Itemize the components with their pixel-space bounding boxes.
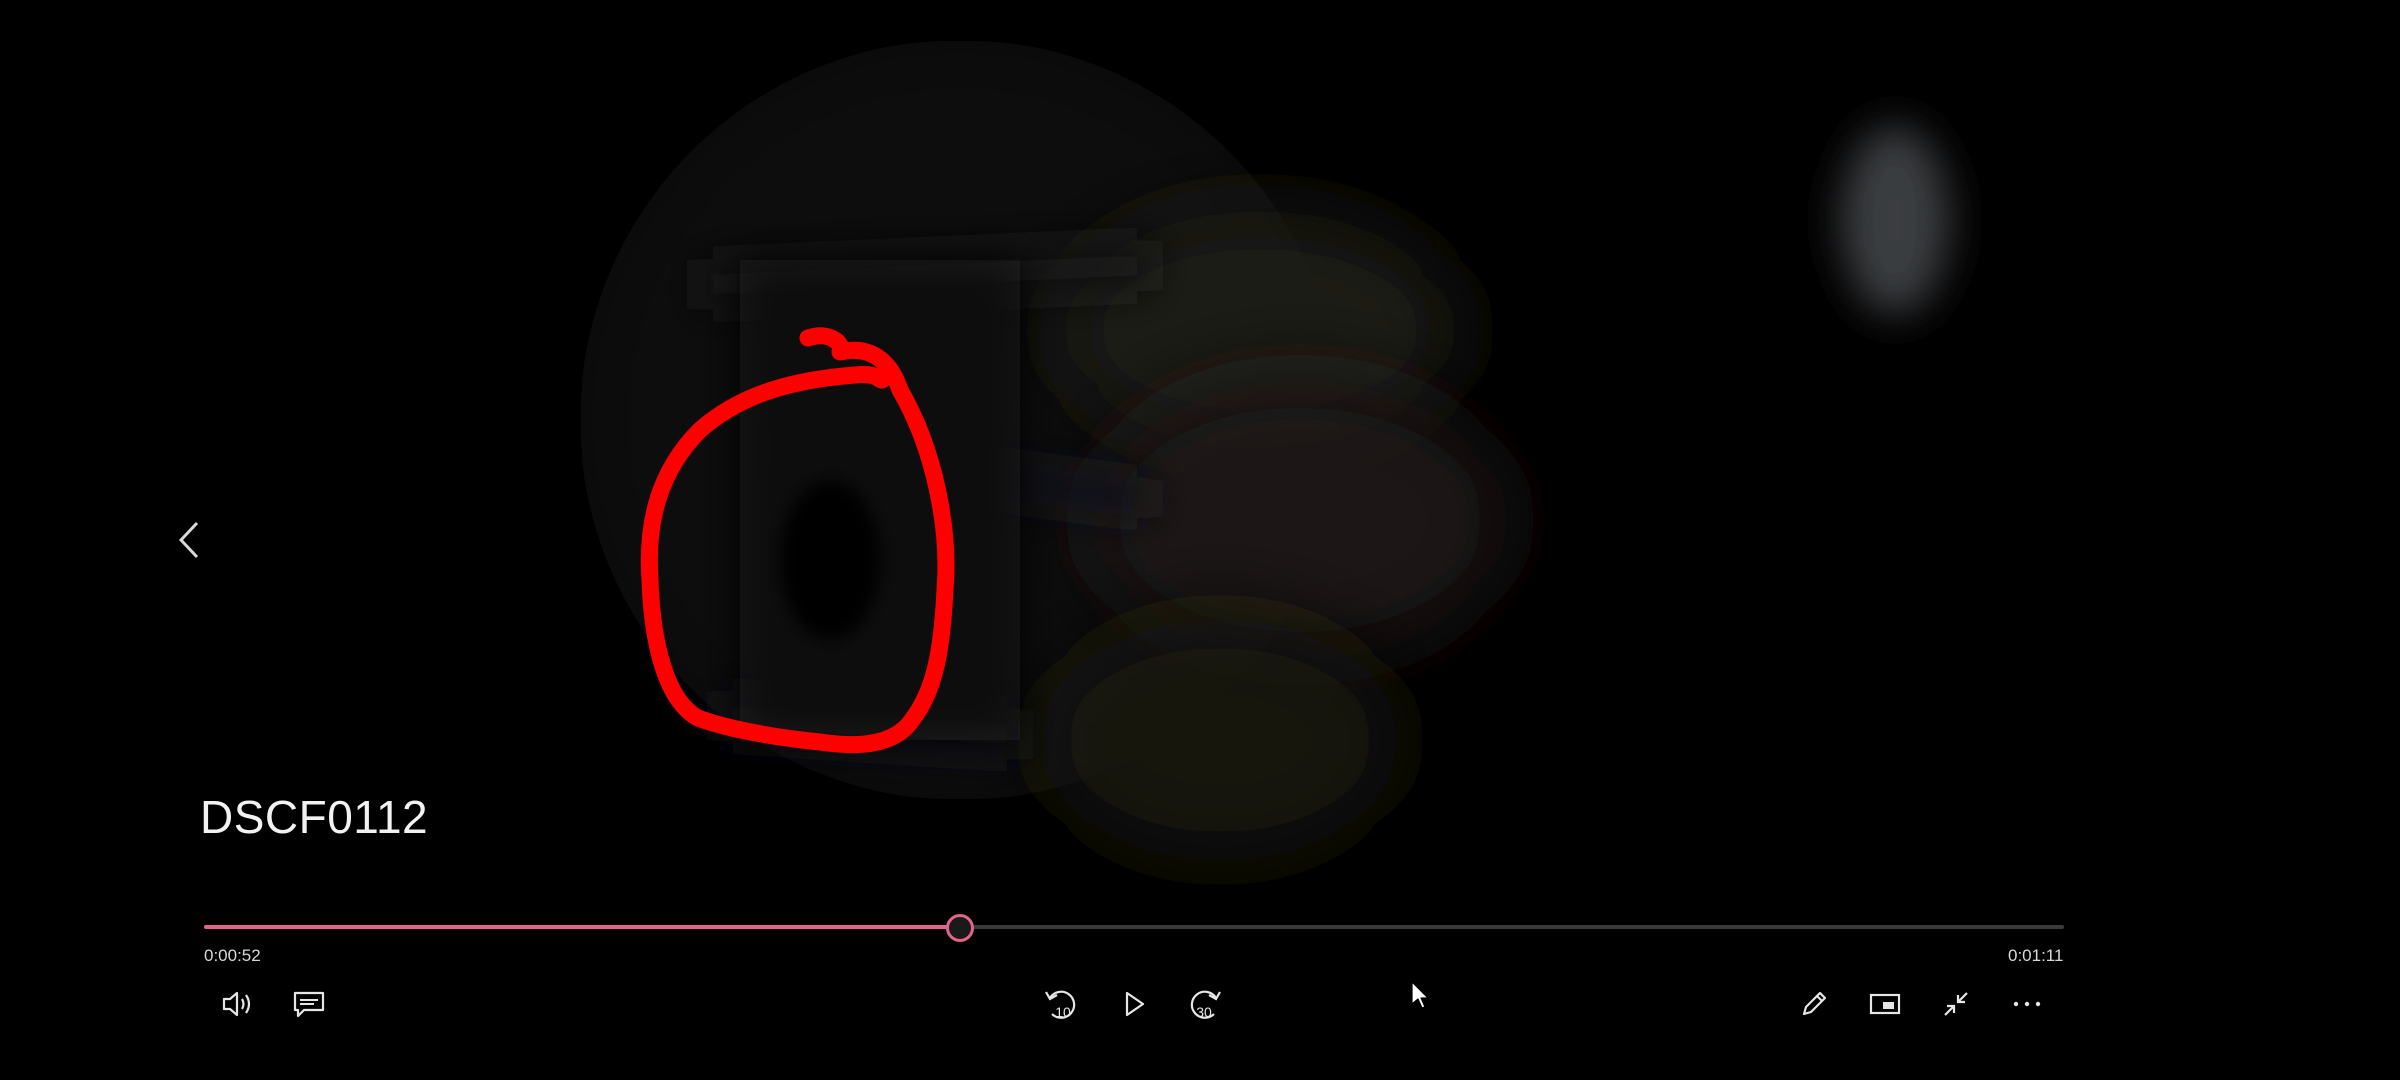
exit-fullscreen-button[interactable] — [1932, 980, 1980, 1028]
skip-forward-label: 30 — [1196, 1004, 1212, 1020]
video-title: DSCF0112 — [200, 791, 429, 843]
seek-bar[interactable] — [204, 914, 2064, 942]
video-player: DSCF0112 0:00:52 0:01:11 10 30 — [0, 0, 2400, 1080]
volume-button[interactable] — [214, 980, 262, 1028]
play-button[interactable] — [1110, 980, 1158, 1028]
pencil-icon — [1802, 991, 1827, 1016]
elapsed-time: 0:00:52 — [204, 946, 261, 965]
captions-icon — [293, 991, 325, 1018]
volume-icon — [222, 991, 251, 1017]
mini-view-icon — [1869, 993, 1901, 1015]
skip-forward-button[interactable]: 30 — [1180, 980, 1228, 1028]
mini-view-button[interactable] — [1861, 980, 1909, 1028]
edit-button[interactable] — [1790, 980, 1838, 1028]
chevron-left-icon — [178, 521, 199, 559]
previous-button[interactable] — [170, 515, 210, 565]
mouse-pointer-icon — [1411, 981, 1429, 1009]
more-options-button[interactable] — [2003, 980, 2051, 1028]
seek-progress — [204, 925, 960, 929]
play-icon — [1125, 991, 1145, 1017]
total-time: 0:01:11 — [2008, 946, 2064, 965]
skip-forward-30-icon: 30 — [1190, 990, 1221, 1020]
skip-back-label: 10 — [1055, 1004, 1071, 1020]
exit-fullscreen-icon — [1944, 992, 1968, 1016]
skip-back-button[interactable]: 10 — [1038, 980, 1086, 1028]
captions-button[interactable] — [285, 980, 333, 1028]
skip-back-10-icon: 10 — [1045, 990, 1076, 1020]
more-icon — [2013, 1001, 2041, 1007]
seek-thumb[interactable] — [946, 914, 975, 942]
